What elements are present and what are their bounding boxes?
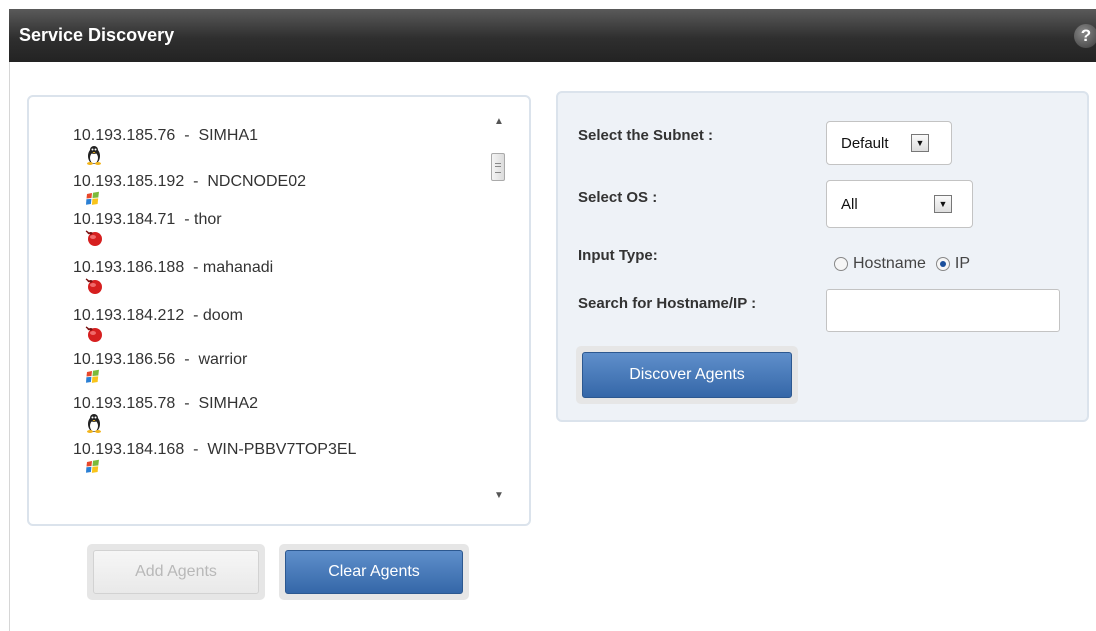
agent-name: SIMHA2 [198, 395, 259, 412]
agent-ip: 10.193.185.78 [73, 395, 176, 412]
windows-icon [49, 441, 99, 473]
list-item[interactable]: 10.193.185.78 - SIMHA2 [49, 395, 259, 433]
agent-ip: 10.193.184.168 [73, 441, 185, 458]
search-label: Search for Hostname/IP : [578, 295, 757, 312]
agent-name: NDCNODE02 [207, 173, 307, 190]
agent-ip: 10.193.184.212 [73, 307, 185, 324]
chevron-down-icon[interactable]: ▼ [911, 134, 929, 152]
scroll-thumb[interactable] [491, 153, 505, 181]
agent-ip: 10.193.186.188 [73, 259, 185, 276]
subnet-selected-value: Default [841, 134, 889, 152]
windows-icon [49, 351, 99, 383]
linux-icon [49, 127, 101, 165]
hostname-radio[interactable] [834, 257, 848, 271]
linux-icon [49, 395, 101, 433]
discover-agents-button[interactable]: Discover Agents [582, 352, 792, 398]
agent-name: doom [202, 307, 243, 324]
os-selected-value: All [841, 195, 858, 213]
input-type-radio-group: Hostname IP [834, 255, 970, 273]
agent-ip: 10.193.185.192 [73, 173, 185, 190]
agent-name: mahanadi [202, 259, 274, 276]
os-select[interactable]: All ▼ [826, 180, 973, 228]
agent-ip: 10.193.184.71 [73, 211, 176, 228]
subnet-label: Select the Subnet : [578, 127, 714, 144]
frame-border [9, 62, 10, 631]
windows-icon [49, 173, 99, 205]
list-scrollbar[interactable]: ▲ ▼ [490, 113, 508, 505]
list-item[interactable]: 10.193.184.212 - doom [49, 307, 243, 342]
input-type-label: Input Type: [578, 247, 658, 264]
search-input[interactable] [826, 289, 1060, 332]
solaris-icon [49, 211, 102, 246]
list-item[interactable]: 10.193.186.56 - warrior [49, 351, 248, 383]
discovery-form-panel: Select the Subnet : Default ▼ Select OS … [556, 91, 1089, 422]
list-item[interactable]: 10.193.184.168 - WIN-PBBV7TOP3EL [49, 441, 357, 473]
hostname-radio-label: Hostname [853, 255, 926, 272]
title-bar: Service Discovery ? [9, 9, 1096, 62]
agent-name: warrior [198, 351, 248, 368]
list-item[interactable]: 10.193.184.71 - thor [49, 211, 222, 246]
help-icon[interactable]: ? [1074, 24, 1096, 48]
agent-list-panel: 10.193.185.76 - SIMHA1 10.193.185.192 - … [27, 95, 531, 526]
list-item[interactable]: 10.193.185.76 - SIMHA1 [49, 127, 259, 165]
add-agents-button[interactable]: Add Agents [93, 550, 259, 594]
solaris-icon [49, 259, 102, 294]
solaris-icon [49, 307, 102, 342]
agent-name: SIMHA1 [198, 127, 259, 144]
os-label: Select OS : [578, 189, 658, 206]
chevron-down-icon[interactable]: ▼ [934, 195, 952, 213]
scroll-down-arrow-icon[interactable]: ▼ [490, 487, 508, 505]
clear-agents-button[interactable]: Clear Agents [285, 550, 463, 594]
agent-name: thor [194, 211, 222, 228]
subnet-select[interactable]: Default ▼ [826, 121, 952, 165]
agent-ip: 10.193.186.56 [73, 351, 176, 368]
list-item[interactable]: 10.193.185.192 - NDCNODE02 [49, 173, 307, 205]
page-title: Service Discovery [19, 25, 175, 45]
agent-ip: 10.193.185.76 [73, 127, 176, 144]
ip-radio-label: IP [954, 255, 971, 272]
ip-radio[interactable] [935, 257, 950, 271]
scroll-up-arrow-icon[interactable]: ▲ [490, 113, 508, 131]
list-item[interactable]: 10.193.186.188 - mahanadi [49, 259, 274, 294]
agent-name: WIN-PBBV7TOP3EL [207, 441, 357, 458]
